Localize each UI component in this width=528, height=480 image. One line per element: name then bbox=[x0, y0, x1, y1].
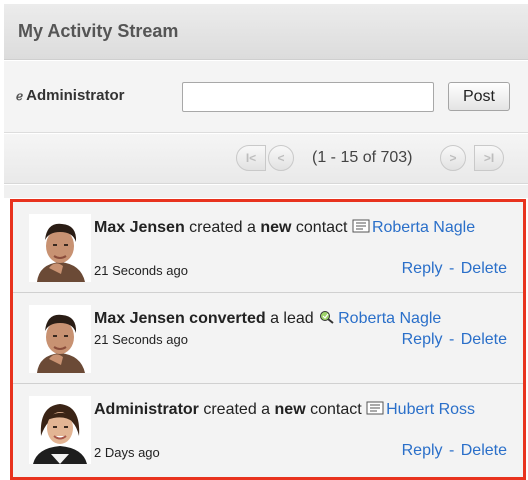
actor-name: Max Jensen bbox=[94, 219, 185, 236]
delete-link[interactable]: Delete bbox=[461, 331, 507, 348]
delete-link[interactable]: Delete bbox=[461, 442, 507, 459]
activity-verb: converted bbox=[184, 310, 266, 327]
pagination-status: (1 - 15 of 703) bbox=[312, 149, 413, 166]
delete-link[interactable]: Delete bbox=[461, 260, 507, 277]
activity-adjective: new bbox=[260, 219, 292, 236]
activity-verb: created a bbox=[198, 401, 275, 418]
activity-item: Max Jensen converted a lead Roberta Nagl… bbox=[13, 293, 523, 384]
timestamp: 21 Seconds ago bbox=[94, 263, 188, 278]
activity-adjective: new bbox=[274, 401, 306, 418]
post-bar: ℯ Administrator Post bbox=[4, 61, 528, 133]
record-link[interactable]: Roberta Nagle bbox=[338, 310, 441, 327]
actor-name: Administrator bbox=[94, 401, 199, 418]
activity-text: Administrator created a new contact Hube… bbox=[94, 399, 504, 421]
activity-item: Administrator created a new contact Hube… bbox=[13, 384, 523, 477]
timestamp: 21 Seconds ago bbox=[94, 332, 188, 347]
record-link[interactable]: Hubert Ross bbox=[386, 401, 475, 418]
activity-text: Max Jensen created a new contact Roberta… bbox=[94, 217, 504, 239]
divider bbox=[4, 185, 528, 198]
post-button[interactable]: Post bbox=[448, 82, 510, 111]
activity-object: contact bbox=[291, 219, 352, 236]
activity-actions: Reply - Delete bbox=[402, 260, 507, 278]
avatar bbox=[29, 305, 91, 373]
reply-link[interactable]: Reply bbox=[402, 442, 443, 459]
activity-object: contact bbox=[305, 401, 367, 418]
reply-link[interactable]: Reply bbox=[402, 260, 443, 277]
activity-actions: Reply - Delete bbox=[402, 331, 507, 349]
activity-stream-dashlet: My Activity Stream ℯ Administrator Post … bbox=[4, 4, 528, 480]
last-page-button[interactable]: >I bbox=[474, 145, 504, 171]
activity-list: Max Jensen created a new contact Roberta… bbox=[10, 199, 526, 480]
activity-item: Max Jensen created a new contact Roberta… bbox=[13, 202, 523, 293]
chevron-left-icon: < bbox=[277, 151, 285, 165]
double-chevron-down-icon: ℯ bbox=[16, 88, 24, 103]
chevron-right-icon: > bbox=[449, 151, 457, 165]
post-input[interactable] bbox=[182, 82, 434, 112]
next-page-button[interactable]: > bbox=[440, 145, 466, 171]
activity-object: a lead bbox=[265, 310, 319, 327]
reply-link[interactable]: Reply bbox=[402, 331, 443, 348]
first-page-button[interactable]: I< bbox=[236, 145, 266, 171]
user-toggle[interactable]: ℯ Administrator bbox=[16, 87, 124, 104]
avatar bbox=[29, 214, 91, 282]
activity-text: Max Jensen converted a lead Roberta Nagl… bbox=[94, 308, 504, 330]
activity-verb: created a bbox=[184, 219, 261, 236]
first-page-icon: I< bbox=[245, 151, 257, 165]
action-separator: - bbox=[448, 260, 455, 277]
timestamp: 2 Days ago bbox=[94, 445, 160, 460]
avatar bbox=[29, 396, 91, 464]
action-separator: - bbox=[448, 442, 455, 459]
contact-card-icon bbox=[352, 218, 370, 233]
pagination-bar: I< < (1 - 15 of 703) > >I bbox=[4, 134, 528, 184]
last-page-icon: >I bbox=[483, 151, 495, 165]
dashlet-header: My Activity Stream bbox=[4, 4, 528, 60]
actor-name: Max Jensen bbox=[94, 310, 185, 327]
activity-actions: Reply - Delete bbox=[402, 442, 507, 460]
user-toggle-label: Administrator bbox=[26, 87, 125, 104]
dashlet-title: My Activity Stream bbox=[18, 21, 179, 41]
previous-page-button[interactable]: < bbox=[268, 145, 294, 171]
record-link[interactable]: Roberta Nagle bbox=[372, 219, 475, 236]
contact-card-icon bbox=[366, 400, 384, 415]
action-separator: - bbox=[448, 331, 455, 348]
lead-convert-icon bbox=[318, 309, 336, 324]
